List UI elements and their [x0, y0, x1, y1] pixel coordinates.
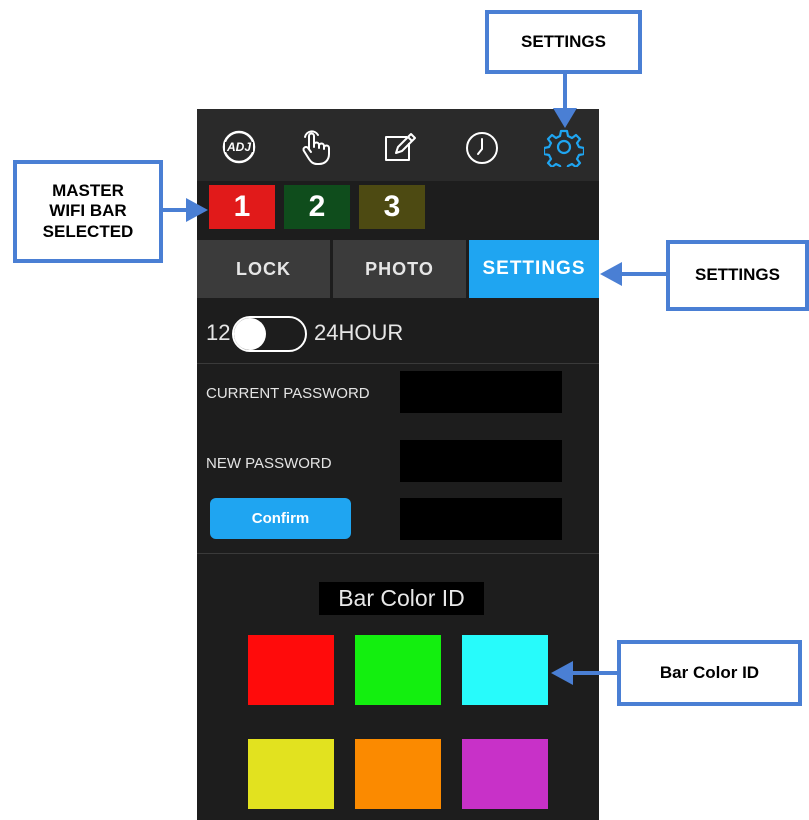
bar-color-id-title: Bar Color ID: [319, 582, 484, 615]
tab-lock[interactable]: LOCK: [197, 240, 330, 298]
touch-hand-icon[interactable]: [296, 127, 336, 167]
arrow-down-icon: [553, 108, 577, 128]
toggle-knob: [234, 318, 266, 350]
master-bar-callout: MASTER WIFI BAR SELECTED: [13, 160, 163, 263]
color-swatch-cyan[interactable]: [462, 635, 548, 705]
new-password-field[interactable]: [400, 440, 562, 482]
bar-selector: 1 2 3: [209, 185, 429, 229]
arrow-right-icon: [186, 198, 208, 222]
arrow-line: [570, 671, 617, 675]
divider: [197, 363, 599, 364]
edit-icon[interactable]: [379, 127, 419, 167]
color-swatch-red[interactable]: [248, 635, 334, 705]
adj-logo-text: ADJ: [226, 140, 251, 154]
top-nav-bar: ADJ: [197, 109, 599, 181]
settings-callout-top: SETTINGS: [485, 10, 642, 74]
current-password-field[interactable]: [400, 371, 562, 413]
time-format-24-label: 24HOUR: [314, 320, 404, 345]
master-callout-line: SELECTED: [42, 221, 134, 241]
bar-button-3[interactable]: 3: [359, 185, 425, 229]
arrow-line: [620, 272, 666, 276]
color-swatch-green[interactable]: [355, 635, 441, 705]
phone-screen: ADJ 1 2 3 LOCK PHOTO SETTINGS 12 24HOUR …: [197, 109, 599, 820]
new-password-label: NEW PASSWORD: [206, 455, 332, 472]
clock-icon[interactable]: [462, 127, 502, 167]
bar-button-2[interactable]: 2: [284, 185, 350, 229]
tab-bar: LOCK PHOTO SETTINGS: [197, 240, 599, 298]
color-swatch-purple[interactable]: [462, 739, 548, 809]
arrow-left-icon: [551, 661, 573, 685]
settings-tab-callout: SETTINGS: [666, 240, 809, 311]
bar-button-1[interactable]: 1: [209, 185, 275, 229]
tab-settings[interactable]: SETTINGS: [469, 240, 599, 298]
gear-icon[interactable]: [542, 127, 586, 173]
divider: [197, 553, 599, 554]
confirm-password-field[interactable]: [400, 498, 562, 540]
time-format-toggle[interactable]: [232, 316, 307, 352]
master-callout-line: MASTER: [52, 180, 124, 200]
time-format-12-label: 12: [206, 320, 231, 345]
color-swatch-orange[interactable]: [355, 739, 441, 809]
tab-photo[interactable]: PHOTO: [333, 240, 466, 298]
current-password-label: CURRENT PASSWORD: [206, 385, 370, 402]
confirm-button[interactable]: Confirm: [210, 498, 351, 539]
master-callout-line: WIFI BAR: [49, 201, 127, 221]
color-swatch-yellow[interactable]: [248, 739, 334, 809]
adj-logo-icon[interactable]: ADJ: [219, 127, 259, 167]
arrow-left-icon: [600, 262, 622, 286]
bar-color-id-callout: Bar Color ID: [617, 640, 802, 706]
